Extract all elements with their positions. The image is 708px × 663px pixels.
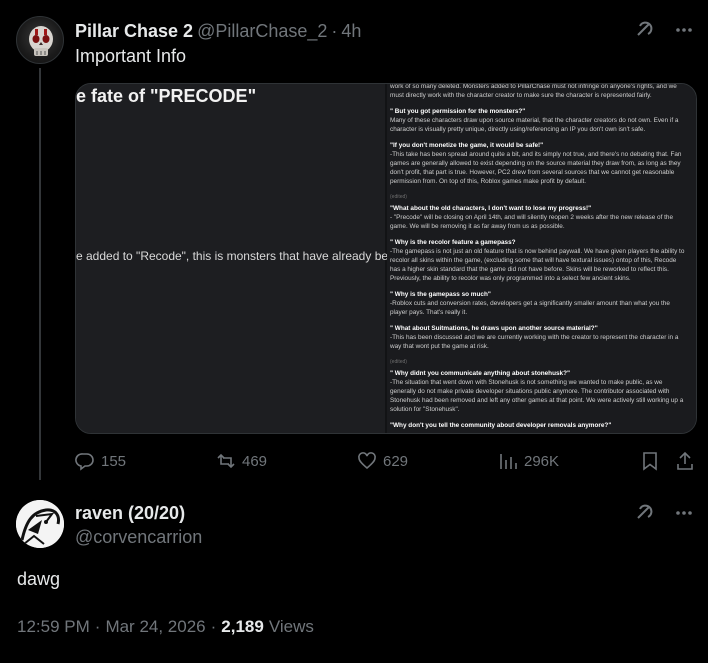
- reply-author-handle[interactable]: @corvencarrion: [75, 527, 202, 548]
- doc-question: " Why didnt you communicate anything abo…: [390, 370, 571, 377]
- tweet-media-image[interactable]: e fate of "PRECODE" e added to "Recode",…: [75, 83, 697, 434]
- doc-paragraph: " Why is the recolor feature a gamepass?…: [390, 238, 688, 283]
- tweet-timestamp[interactable]: 4h: [341, 21, 361, 42]
- media-caption-line: e added to "Recode", this is monsters th…: [76, 249, 395, 263]
- author-avatar[interactable]: [16, 16, 64, 64]
- heart-icon: [358, 452, 376, 470]
- doc-paragraph: " But you got permission for the monster…: [390, 107, 688, 134]
- doc-paragraph: (edited) " Why didnt you communicate anyt…: [390, 358, 688, 414]
- like-count: 629: [383, 452, 409, 470]
- doc-paragraph: "Why don't you tell the community about …: [390, 421, 688, 430]
- doc-edited-label: (edited): [390, 359, 407, 365]
- repost-count: 469: [242, 452, 268, 470]
- doc-question: "Why don't you tell the community about …: [390, 422, 612, 429]
- doc-edited-label: (edited): [390, 194, 407, 200]
- reply-time[interactable]: 12:59 PM: [17, 617, 90, 637]
- reply-count: 155: [101, 452, 127, 470]
- doc-question: " But you got permission for the monster…: [390, 108, 526, 115]
- tweet-text: Important Info: [75, 46, 187, 66]
- tweet-top-actions: [634, 20, 694, 40]
- doc-paragraph: (edited) "What about the old characters, …: [390, 193, 688, 231]
- doc-question: "What about the old characters, I don't …: [390, 205, 592, 212]
- doc-body: -This take has been spread around quite …: [390, 151, 682, 185]
- doc-question: " What about Suitmations, he draws upon …: [390, 325, 598, 332]
- author-name[interactable]: Pillar Chase 2: [75, 21, 193, 42]
- reply-text: dawg: [17, 569, 61, 589]
- reply-author-avatar[interactable]: [16, 500, 64, 548]
- reply-views-label: Views: [268, 617, 314, 636]
- views-icon: [500, 454, 517, 469]
- reply-meta: 12:59 PM · Mar 24, 2026 · 2,189 Views: [17, 617, 314, 637]
- sketch-avatar-image: [16, 500, 64, 548]
- thread-connector-line: [39, 68, 41, 480]
- share-icon: [677, 451, 693, 470]
- repost-button[interactable]: 469: [216, 451, 267, 471]
- doc-body: -The situation that went down with Stone…: [390, 379, 684, 413]
- reply-icon: [75, 453, 94, 471]
- doc-question: " Why is the gamepass so much": [390, 291, 491, 298]
- views-button[interactable]: 296K: [498, 451, 559, 471]
- doc-body: work of so many deleted. Monsters added …: [390, 84, 677, 99]
- reply-views-count: 2,189: [221, 617, 264, 636]
- doc-body: -This has been discussed and we are curr…: [390, 334, 679, 350]
- reply-date[interactable]: Mar 24, 2026: [105, 617, 205, 637]
- doc-body: Many of these characters draw upon sourc…: [390, 117, 679, 133]
- doc-paragraph: work of so many deleted. Monsters added …: [390, 84, 688, 100]
- media-document-panel: work of so many deleted. Monsters added …: [387, 84, 696, 433]
- meta-separator: ·: [210, 617, 217, 636]
- doc-paragraph: " Why is the gamepass so much" -Roblox cu…: [390, 290, 688, 317]
- grok-icon[interactable]: [634, 503, 654, 523]
- header-separator: ·: [331, 20, 338, 41]
- share-button[interactable]: [675, 451, 695, 471]
- doc-question: "If you don't monetize the game, it woul…: [390, 142, 544, 149]
- meta-separator: ·: [94, 617, 101, 636]
- skull-avatar-image: [29, 26, 53, 56]
- bookmark-button[interactable]: [640, 451, 660, 471]
- more-icon[interactable]: [674, 503, 694, 523]
- repost-icon: [217, 453, 235, 469]
- doc-paragraph: " What about Suitmations, he draws upon …: [390, 324, 688, 351]
- views-count: 296K: [524, 452, 560, 470]
- media-left-panel: e fate of "PRECODE" e added to "Recode",…: [76, 84, 395, 433]
- tweet-header: Pillar Chase 2 @PillarChase_2 · 4h: [75, 20, 361, 42]
- like-button[interactable]: 629: [357, 451, 408, 471]
- doc-body: -The gamepass is not just an old feature…: [390, 248, 685, 282]
- bookmark-icon: [643, 452, 657, 471]
- author-handle[interactable]: @PillarChase_2: [197, 21, 327, 42]
- doc-body: - "Precode" will be closing on April 14t…: [390, 214, 674, 230]
- media-heading: e fate of "PRECODE": [76, 86, 257, 106]
- grok-icon[interactable]: [634, 20, 654, 40]
- doc-paragraph: "If you don't monetize the game, it woul…: [390, 141, 688, 186]
- reply-button[interactable]: 155: [75, 451, 126, 471]
- reply-author-name[interactable]: raven (20/20): [75, 503, 185, 524]
- more-icon[interactable]: [674, 20, 694, 40]
- reply-top-actions: [634, 503, 694, 523]
- tweet-action-bar: 155 469 629 296K: [75, 448, 697, 474]
- doc-question: " Why is the recolor feature a gamepass?: [390, 239, 516, 246]
- doc-body: -Roblox cuts and conversion rates, devel…: [390, 300, 670, 316]
